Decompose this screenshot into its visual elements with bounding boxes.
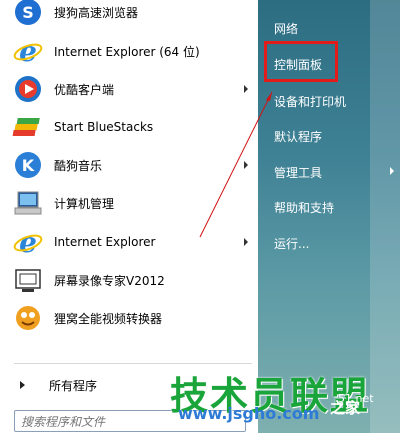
program-item-ie[interactable]: e Internet Explorer [8,224,256,260]
right-item-help-support[interactable]: 帮助和支持 [274,199,334,216]
screen-recorder-icon [12,264,44,296]
triangle-right-icon [20,381,25,389]
program-label: 计算机管理 [54,196,115,211]
program-label: 屏幕录像专家V2012 [54,273,165,288]
program-item-youku[interactable]: 优酷客户端 [8,71,256,107]
internet-explorer-icon: e [12,35,44,68]
program-item-computer-management[interactable]: 计算机管理 [8,185,256,221]
program-item-video-converter[interactable]: 狸窝全能视频转换器 [8,300,256,336]
highlight-box [264,41,338,82]
internet-explorer-icon: e [12,226,44,259]
program-item-kugou[interactable]: K 酷狗音乐 [8,147,256,183]
submenu-arrow-icon [244,161,248,169]
all-programs-label: 所有程序 [49,378,98,393]
submenu-arrow-icon [390,167,394,175]
right-item-devices-printers[interactable]: 设备和打印机 [274,93,346,110]
right-item-network[interactable]: 网络 [274,20,298,37]
right-item-admin-tools[interactable]: 管理工具 [274,164,322,181]
program-item-screen-recorder[interactable]: 屏幕录像专家V2012 [8,262,256,298]
watermark-tail: 之家 [330,399,361,417]
youku-icon [12,73,44,105]
submenu-arrow-icon [244,85,248,93]
program-item-ie64[interactable]: e Internet Explorer (64 位) [8,33,256,69]
kugou-icon: K [12,149,44,181]
svg-text:K: K [22,156,35,175]
watermark-url: www.jsgho.com [178,404,320,423]
program-label: Start BlueStacks [54,120,154,134]
program-item-bluestacks[interactable]: Start BlueStacks [8,109,256,145]
program-item-sogou[interactable]: S 搜狗高速浏览器 [8,0,256,30]
svg-text:e: e [19,35,37,67]
svg-text:e: e [19,226,37,258]
right-item-run[interactable]: 运行... [274,235,309,252]
bluestacks-icon [12,111,44,143]
submenu-arrow-icon [244,238,248,246]
glass-edge [370,0,400,433]
program-label: 酷狗音乐 [54,158,103,173]
program-label: 优酷客户端 [54,82,115,97]
separator [14,363,252,364]
svg-text:S: S [22,3,34,22]
program-label: 狸窝全能视频转换器 [54,311,163,326]
program-label: 搜狗高速浏览器 [54,5,139,20]
program-label: Internet Explorer (64 位) [54,44,200,59]
right-item-default-programs[interactable]: 默认程序 [274,128,322,145]
sogou-browser-icon: S [12,0,44,28]
video-converter-icon [12,302,44,334]
computer-management-icon [12,187,44,219]
program-label: Internet Explorer [54,235,156,249]
